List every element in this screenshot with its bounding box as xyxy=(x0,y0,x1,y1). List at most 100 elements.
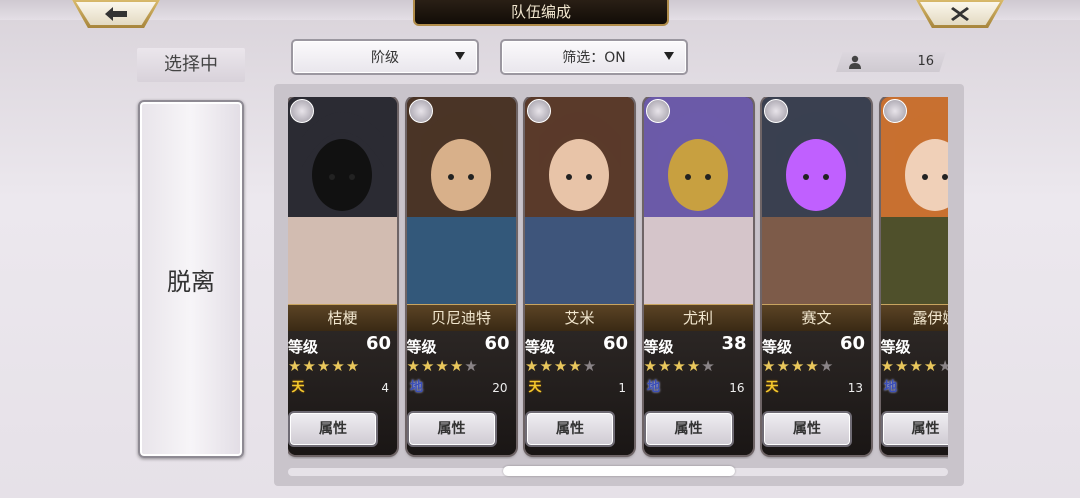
chevron-down-icon xyxy=(664,52,674,60)
star-filled-icon: ★ xyxy=(686,357,702,375)
character-name: 露伊娜 xyxy=(880,304,948,332)
star-filled-icon: ★ xyxy=(762,357,777,375)
star-rating: ★★★★★ xyxy=(525,357,598,375)
level-value: 60 xyxy=(484,333,510,354)
character-name: 赛文 xyxy=(762,304,871,332)
character-info: 等级 60 ★★★★★ 天 1 属性 xyxy=(525,331,634,455)
star-filled-icon: ★ xyxy=(525,357,540,375)
character-card[interactable]: 艾米 等级 60 ★★★★★ 天 1 属性 xyxy=(525,97,634,455)
star-empty-icon: ★ xyxy=(819,357,835,375)
back-arrow-icon xyxy=(105,7,127,21)
heaven-badge-icon: 天 xyxy=(528,380,542,395)
star-empty-icon: ★ xyxy=(701,357,716,375)
category-icon xyxy=(290,99,314,123)
character-info: 等级6★★★★★地属性 xyxy=(880,331,949,455)
filter-dropdown-label: 筛选：ON xyxy=(562,50,626,66)
level-value: 60 xyxy=(602,333,628,354)
heaven-badge-icon: 天 xyxy=(765,380,779,395)
character-card[interactable]: 桔梗 等级 60 ★★★★★ 天 4 属性 xyxy=(288,97,397,455)
roster-count: 16 xyxy=(836,52,946,72)
level-value: 60 xyxy=(839,333,865,354)
earth-badge-icon: 地 xyxy=(646,380,660,395)
card-number: 13 xyxy=(847,381,863,395)
character-portrait xyxy=(288,97,397,305)
star-filled-icon: ★ xyxy=(880,357,895,375)
character-info: 等级 60 ★★★★★ 地 20 属性 xyxy=(406,331,516,455)
level-value: 38 xyxy=(721,333,747,354)
character-card[interactable]: 尤利 等级 38 ★★★★★ 地 16 属性 xyxy=(643,97,753,455)
level-value: 60 xyxy=(365,333,391,354)
filter-dropdown[interactable]: 筛选：ON xyxy=(500,39,688,75)
star-filled-icon: ★ xyxy=(568,357,583,375)
character-portrait xyxy=(525,97,634,305)
scrollbar-thumb[interactable] xyxy=(503,466,735,476)
character-portrait xyxy=(880,97,948,305)
category-icon xyxy=(527,99,551,123)
chevron-down-icon xyxy=(455,52,465,60)
star-rating: ★★★★★ xyxy=(643,357,716,375)
category-icon xyxy=(882,99,907,123)
character-card[interactable]: 贝尼迪特等级 60 ★★★★★ 地 20 属性 xyxy=(406,97,516,455)
star-filled-icon: ★ xyxy=(316,357,332,375)
star-filled-icon: ★ xyxy=(657,357,673,375)
star-filled-icon: ★ xyxy=(894,357,910,375)
attribute-button[interactable]: 属性 xyxy=(643,411,734,447)
attribute-button[interactable]: 属性 xyxy=(288,411,378,447)
star-filled-icon: ★ xyxy=(805,357,820,375)
close-button[interactable] xyxy=(916,0,1004,28)
leave-button-label: 脱离 xyxy=(167,267,215,296)
attribute-button[interactable]: 属性 xyxy=(880,411,948,447)
sort-dropdown[interactable]: 阶级 xyxy=(291,39,479,75)
star-filled-icon: ★ xyxy=(435,357,450,375)
star-empty-icon: ★ xyxy=(938,357,948,375)
earth-badge-icon: 地 xyxy=(409,380,423,395)
star-filled-icon: ★ xyxy=(331,357,346,375)
star-rating: ★★★★★ xyxy=(288,357,361,375)
card-number: 16 xyxy=(729,381,745,395)
star-rating: ★★★★★ xyxy=(406,357,479,375)
roster-count-value: 16 xyxy=(917,54,934,69)
star-filled-icon: ★ xyxy=(406,357,421,375)
attribute-button[interactable]: 属性 xyxy=(525,411,615,447)
star-filled-icon: ★ xyxy=(776,357,791,375)
star-empty-icon: ★ xyxy=(582,357,598,375)
level-label: 等级 xyxy=(643,338,674,356)
level-label: 等级 xyxy=(288,338,319,356)
sort-dropdown-label: 阶级 xyxy=(371,50,399,66)
character-name: 艾米 xyxy=(525,304,634,332)
character-info: 等级 60 ★★★★★ 天 4 属性 xyxy=(288,331,397,455)
character-portrait xyxy=(762,97,871,305)
star-filled-icon: ★ xyxy=(539,357,554,375)
character-card[interactable]: 露伊娜等级6★★★★★地属性 xyxy=(880,97,949,455)
star-filled-icon: ★ xyxy=(672,357,687,375)
attribute-button[interactable]: 属性 xyxy=(406,411,497,447)
character-info: 等级 38 ★★★★★ 地 16 属性 xyxy=(643,331,753,455)
user-icon xyxy=(849,55,861,69)
star-filled-icon: ★ xyxy=(302,357,317,375)
star-filled-icon: ★ xyxy=(449,357,465,375)
star-filled-icon: ★ xyxy=(790,357,806,375)
leave-button[interactable]: 脱离 xyxy=(138,100,244,458)
category-icon xyxy=(408,99,433,123)
star-filled-icon: ★ xyxy=(923,357,939,375)
character-info: 等级 60 ★★★★★ 天 13 属性 xyxy=(762,331,871,455)
star-filled-icon: ★ xyxy=(643,357,658,375)
star-rating: ★★★★★ xyxy=(762,357,835,375)
heaven-badge-icon: 天 xyxy=(291,380,305,395)
back-button[interactable] xyxy=(72,0,160,28)
selecting-label: 选择中 xyxy=(137,48,245,82)
star-rating: ★★★★★ xyxy=(880,357,949,375)
character-card[interactable]: 赛文 等级 60 ★★★★★ 天 13 属性 xyxy=(762,97,871,455)
card-number: 20 xyxy=(492,381,508,395)
star-filled-icon: ★ xyxy=(345,357,361,375)
star-filled-icon: ★ xyxy=(553,357,569,375)
star-empty-icon: ★ xyxy=(464,357,479,375)
attribute-button[interactable]: 属性 xyxy=(762,411,852,447)
character-name: 贝尼迪特 xyxy=(406,304,516,332)
star-filled-icon: ★ xyxy=(288,357,303,375)
star-filled-icon: ★ xyxy=(909,357,924,375)
level-label: 等级 xyxy=(406,338,437,356)
character-name: 尤利 xyxy=(643,304,753,332)
category-icon xyxy=(645,99,670,123)
category-icon xyxy=(764,99,788,123)
